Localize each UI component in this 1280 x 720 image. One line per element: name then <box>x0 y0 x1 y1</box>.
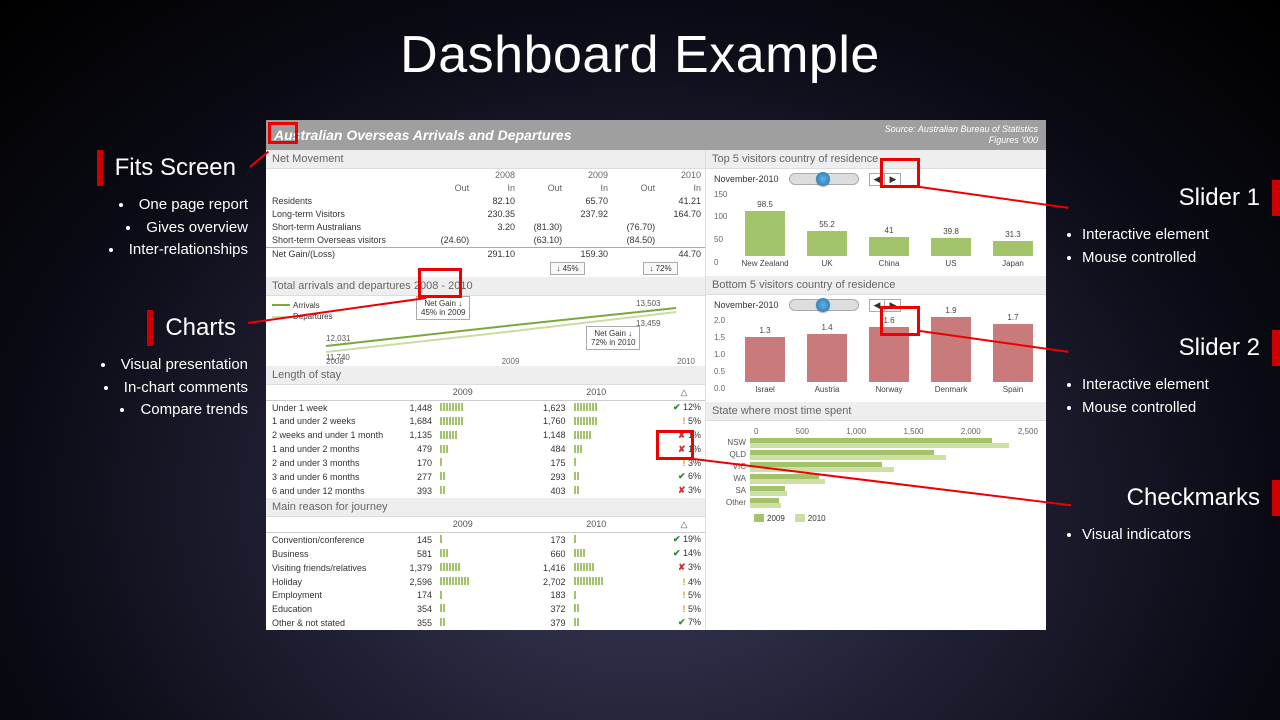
annotation-bullets: One page reportGives overviewInter-relat… <box>18 194 248 262</box>
annotation-fits-screen: Fits Screen One page reportGives overvie… <box>18 150 248 262</box>
slide-title: Dashboard Example <box>0 0 1280 85</box>
state-chart: 05001,0001,5002,0002,500 NSWQLDVICWASAOt… <box>706 421 1046 531</box>
table-row: Other & not stated355379✔ 7% <box>266 616 705 630</box>
annotation-heading: Charts <box>147 310 248 346</box>
bullet-item: Interactive element <box>1082 224 1280 247</box>
bar-column: 1.9Denmark <box>926 306 976 394</box>
bar-column: 55.2UK <box>802 220 852 268</box>
bullet-item: Mouse controlled <box>1082 397 1280 420</box>
net-movement-table: 200820092010 OutInOutInOutIn Residents82… <box>266 169 705 277</box>
bar-column: 39.8US <box>926 227 976 268</box>
table-row: Short-term Overseas visitors(24.60)(63.1… <box>266 234 705 248</box>
bar-column: 1.4Austria <box>802 323 852 394</box>
bullet-item: Mouse controlled <box>1082 247 1280 270</box>
table-row: Holiday2,5962,702! 4% <box>266 575 705 589</box>
annotation-checkmarks: Checkmarks Visual indicators <box>1050 480 1280 547</box>
table-row: 6 and under 12 months393403✘ 3% <box>266 484 705 498</box>
pct-change-button[interactable]: ↓ 45% <box>550 262 584 275</box>
bullet-item: Inter-relationships <box>18 239 248 262</box>
bar-column: 1.3Israel <box>740 326 790 393</box>
slider-thumb-icon[interactable] <box>816 172 830 186</box>
annotation-heading: Checkmarks <box>1050 480 1280 516</box>
dashboard-title: Australian Overseas Arrivals and Departu… <box>274 127 572 143</box>
table-row: Under 1 week1,4481,623✔ 12% <box>266 400 705 415</box>
annotation-bullets: Interactive elementMouse controlled <box>1082 224 1280 269</box>
prev-icon: ◀ <box>870 174 885 185</box>
date-slider-2[interactable] <box>789 299 859 311</box>
bullet-item: Visual presentation <box>18 354 248 377</box>
table-row: Employment174183! 5% <box>266 588 705 602</box>
table-row: 2 and under 3 months170175! 3% <box>266 456 705 470</box>
annotation-heading: Fits Screen <box>97 150 248 186</box>
section-heading-stay: Length of stay <box>266 366 705 385</box>
bot5-chart: November-2010 ◀▶ 2.01.51.00.50.01.3Israe… <box>706 295 1046 402</box>
annotation-slider-1: Slider 1 Interactive elementMouse contro… <box>1050 180 1280 269</box>
hbar-row: QLD <box>714 450 1038 460</box>
bar-column: 1.7Spain <box>988 313 1038 394</box>
svg-text:12,031: 12,031 <box>326 334 351 343</box>
hbar-row: NSW <box>714 438 1038 448</box>
annotation-slider-2: Slider 2 Interactive elementMouse contro… <box>1050 330 1280 419</box>
bullet-item: Interactive element <box>1082 374 1280 397</box>
nav-buttons[interactable]: ◀▶ <box>869 173 902 186</box>
table-row: 2 weeks and under 1 month1,1351,148✘ 1% <box>266 428 705 442</box>
section-heading-net-movement: Net Movement <box>266 150 705 169</box>
nav-buttons[interactable]: ◀▶ <box>869 299 902 312</box>
bullet-item: Gives overview <box>18 217 248 240</box>
hbar-row: Other <box>714 498 1038 508</box>
length-of-stay-table: 20092010△ Under 1 week1,4481,623✔ 12%1 a… <box>266 385 705 498</box>
bar-column: 98.5New Zealand <box>740 200 790 268</box>
table-row: Education354372! 5% <box>266 602 705 616</box>
table-row: Long-term Visitors230.35237.92164.70 <box>266 208 705 221</box>
annotation-bullets: Interactive elementMouse controlled <box>1082 374 1280 419</box>
hbar-row: VIC <box>714 462 1038 472</box>
hbar-row: WA <box>714 474 1038 484</box>
dashboard-source: Source: Australian Bureau of StatisticsF… <box>885 124 1038 146</box>
next-icon: ▶ <box>884 174 900 185</box>
annotation-heading: Slider 2 <box>1050 330 1280 366</box>
annotation-heading: Slider 1 <box>1050 180 1280 216</box>
annotation-charts: Charts Visual presentationIn-chart comme… <box>18 310 248 422</box>
next-icon: ▶ <box>884 300 900 311</box>
bullet-item: Compare trends <box>18 399 248 422</box>
bullet-item: Visual indicators <box>1082 524 1280 547</box>
slider-thumb-icon[interactable] <box>816 298 830 312</box>
section-heading-top5: Top 5 visitors country of residence <box>706 150 1046 169</box>
table-row: Visiting friends/relatives1,3791,416✘ 3% <box>266 561 705 575</box>
table-row: 3 and under 6 months277293✔ 6% <box>266 470 705 484</box>
bullet-item: In-chart comments <box>18 377 248 400</box>
reason-table: 20092010△ Convention/conference145173✔ 1… <box>266 517 705 630</box>
dashboard-header: Australian Overseas Arrivals and Departu… <box>266 120 1046 150</box>
annotation-bullets: Visual presentationIn-chart commentsComp… <box>18 354 248 422</box>
svg-text:13,503: 13,503 <box>636 299 661 308</box>
section-heading-reason: Main reason for journey <box>266 498 705 517</box>
pct-change-button[interactable]: ↓ 72% <box>643 262 677 275</box>
table-row: 1 and under 2 months479484✘ 1% <box>266 442 705 456</box>
table-row: Short-term Australians3.20(81.30)(76.70) <box>266 221 705 234</box>
table-row: Business581660✔ 14% <box>266 547 705 561</box>
bullet-item: One page report <box>18 194 248 217</box>
date-slider-1[interactable] <box>789 173 859 185</box>
section-heading-arrivals: Total arrivals and departures 2008 - 201… <box>266 277 705 296</box>
prev-icon: ◀ <box>870 300 885 311</box>
dashboard: Australian Overseas Arrivals and Departu… <box>266 120 1046 630</box>
bar-column: 41China <box>864 226 914 268</box>
chart-date: November-2010 <box>714 174 779 184</box>
bar-column: 1.6Norway <box>864 316 914 393</box>
table-row: 1 and under 2 weeks1,6841,760! 5% <box>266 415 705 429</box>
table-row: Residents82.1065.7041.21 <box>266 195 705 208</box>
arrivals-chart: Arrivals Departures 12,031 11,740 13,503… <box>266 296 705 366</box>
bar-column: 31.3Japan <box>988 230 1038 267</box>
table-row: Convention/conference145173✔ 19% <box>266 532 705 547</box>
top5-chart: November-2010 ◀▶ 15010050098.5New Zealan… <box>706 169 1046 276</box>
annotation-bullets: Visual indicators <box>1082 524 1280 547</box>
section-heading-state: State where most time spent <box>706 402 1046 421</box>
section-heading-bot5: Bottom 5 visitors country of residence <box>706 276 1046 295</box>
chart-date: November-2010 <box>714 300 779 310</box>
hbar-row: SA <box>714 486 1038 496</box>
